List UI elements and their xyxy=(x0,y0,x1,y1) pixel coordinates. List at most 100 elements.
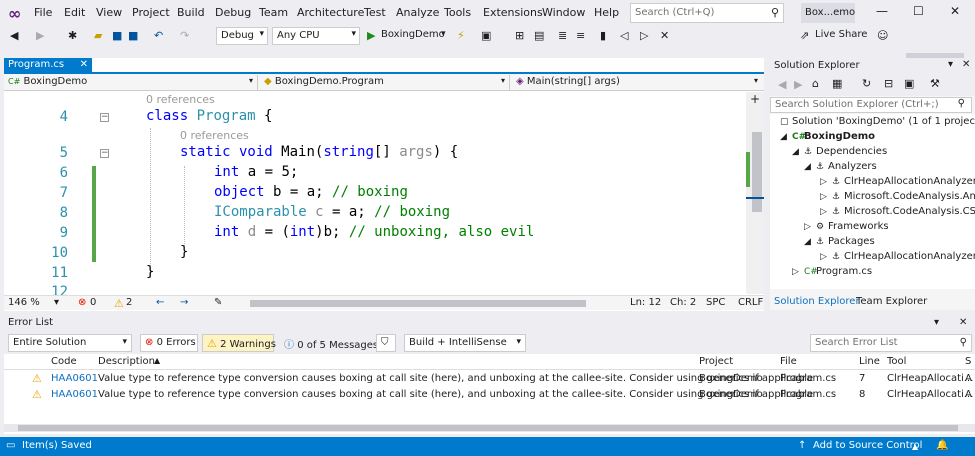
tree-item-package[interactable]: ▷ ⚓ ClrHeapAllocationAnalyzer xyxy=(820,251,975,262)
run-button[interactable]: BoxingDemo xyxy=(381,29,445,40)
errors-filter-button[interactable]: ⊗ 0 Errors xyxy=(140,334,198,352)
next-issue-icon[interactable]: → xyxy=(180,297,188,308)
warnings-filter-button[interactable]: ⚠ 2 Warnings xyxy=(202,334,276,352)
column-description[interactable]: Description xyxy=(98,356,155,367)
table-horizontal-scrollbar[interactable] xyxy=(4,424,975,432)
notification-bell-icon[interactable]: 🔔 xyxy=(936,440,948,451)
pin-icon[interactable]: ▾ xyxy=(948,59,953,70)
tree-item-analyzer[interactable]: ▷ ⚓ ClrHeapAllocationAnalyzer xyxy=(820,176,975,187)
live-share-button[interactable]: Live Share xyxy=(815,29,867,40)
show-all-icon[interactable]: ▣ xyxy=(904,77,914,90)
source-control-button[interactable]: Add to Source Control xyxy=(813,440,922,451)
menu-file[interactable]: File xyxy=(34,6,52,19)
column-file[interactable]: File xyxy=(780,356,797,367)
platform-select[interactable]: Any CPU ▾ xyxy=(272,27,360,45)
column-line[interactable]: Line xyxy=(859,356,880,367)
menu-view[interactable]: View xyxy=(96,6,122,19)
error-code-link[interactable]: HAA0601 xyxy=(51,373,98,384)
back-icon[interactable]: ◀ xyxy=(10,29,18,42)
column-s[interactable]: S xyxy=(965,356,971,367)
nav-member-select[interactable]: ◈ Main(string[] args) ▾ xyxy=(512,75,762,90)
collapse-all-icon[interactable]: ⊟ xyxy=(884,77,893,90)
scroll-thumb[interactable] xyxy=(752,132,762,212)
indent-icon[interactable]: ≣ xyxy=(558,29,567,42)
menu-architecture[interactable]: Architecture xyxy=(297,6,364,19)
outdent-icon[interactable]: ≡ xyxy=(576,29,585,42)
menu-build[interactable]: Build xyxy=(177,6,205,19)
menu-edit[interactable]: Edit xyxy=(64,6,85,19)
properties-icon[interactable]: ⚒ xyxy=(930,77,940,90)
code-lens-references[interactable]: 0 references xyxy=(146,93,215,106)
scroll-thumb[interactable] xyxy=(18,425,958,431)
close-icon[interactable]: ✕ xyxy=(950,4,960,18)
split-icon[interactable]: + xyxy=(750,92,760,106)
tab-solution-explorer[interactable]: Solution Explorer xyxy=(774,296,860,307)
forward-icon[interactable]: ▶ xyxy=(36,29,44,42)
menu-debug[interactable]: Debug xyxy=(215,6,251,19)
menu-test[interactable]: Test xyxy=(364,6,386,19)
config-select[interactable]: Debug ▾ xyxy=(216,27,268,45)
zoom-level[interactable]: 146 % xyxy=(8,297,40,308)
feedback-icon[interactable]: ☺ xyxy=(877,29,888,42)
column-project[interactable]: Project xyxy=(699,356,733,367)
error-icon[interactable]: ⊗ xyxy=(78,297,86,308)
menu-analyze[interactable]: Analyze xyxy=(396,6,439,19)
menu-extensions[interactable]: Extensions xyxy=(483,6,543,19)
run-icon[interactable]: ▶ xyxy=(367,29,375,42)
column-code[interactable]: Code xyxy=(51,356,77,367)
prev-issue-icon[interactable]: ← xyxy=(156,297,164,308)
open-icon[interactable]: ▰ xyxy=(94,29,102,42)
live-share-icon[interactable]: ⇗ xyxy=(800,29,809,42)
menu-help[interactable]: Help xyxy=(594,6,619,19)
bookmark-clear-icon[interactable]: ✕ xyxy=(660,29,669,42)
back-icon[interactable]: ◀ xyxy=(778,78,786,91)
editor-horizontal-scrollbar[interactable] xyxy=(250,300,586,307)
tree-item-analyzers[interactable]: ◢ ⚓ Analyzers xyxy=(804,161,877,172)
toolbox-icon[interactable]: ⊞ xyxy=(515,29,524,42)
bookmark-prev-icon[interactable]: ◁ xyxy=(620,29,628,42)
menu-window[interactable]: Window xyxy=(542,6,585,19)
nav-project-select[interactable]: C# BoxingDemo ▾ xyxy=(4,75,258,90)
collapse-icon[interactable]: − xyxy=(100,113,109,122)
save-icon[interactable]: ■ xyxy=(112,29,122,42)
menu-project[interactable]: Project xyxy=(132,6,170,19)
close-tab-icon[interactable]: ✕ xyxy=(80,59,88,70)
menu-team[interactable]: Team xyxy=(259,6,288,19)
error-list-search[interactable]: Search Error List ⚲ xyxy=(810,334,972,352)
tab-team-explorer[interactable]: Team Explorer xyxy=(856,296,927,307)
pin-icon[interactable]: ▾ xyxy=(934,317,939,328)
build-filter-select[interactable]: Build + IntelliSense ▾ xyxy=(404,334,526,352)
save-all-icon[interactable]: ■ xyxy=(128,29,138,42)
bookmark-next-icon[interactable]: ▷ xyxy=(640,29,648,42)
brush-icon[interactable]: ✎ xyxy=(214,297,222,308)
tree-item-program-cs[interactable]: ▷ C#Program.cs xyxy=(792,266,872,277)
bookmark-icon[interactable]: ▮ xyxy=(600,29,606,42)
redo-icon[interactable]: ↷ xyxy=(180,29,189,42)
tree-item-analyzer[interactable]: ▷ ⚓ Microsoft.CodeAnalysis.CSh xyxy=(820,206,975,217)
tab-program-cs[interactable]: Program.cs ✕ xyxy=(4,58,92,73)
hot-reload-icon[interactable]: ⚡ xyxy=(457,29,465,42)
close-panel-icon[interactable]: ✕ xyxy=(962,59,970,70)
filter-toggle-button[interactable]: ⛉ xyxy=(376,334,396,352)
editor-vertical-scrollbar[interactable]: + xyxy=(746,92,764,294)
tree-item-analyzer[interactable]: ▷ ⚓ Microsoft.CodeAnalysis.Ana xyxy=(820,191,975,202)
table-row[interactable]: ⚠ HAA0601 Value type to reference type c… xyxy=(4,372,975,387)
vs-logo-icon[interactable]: ∞ xyxy=(8,4,21,23)
tree-item-solution[interactable]: ▢ Solution 'BoxingDemo' (1 of 1 project) xyxy=(780,116,975,127)
nav-class-select[interactable]: ◆ BoxingDemo.Program ▾ xyxy=(260,75,510,90)
refresh-icon[interactable]: ↻ xyxy=(862,77,871,90)
collapse-icon[interactable]: − xyxy=(100,149,109,158)
minimize-icon[interactable]: — xyxy=(876,4,888,18)
undo-icon[interactable]: ↶ xyxy=(154,29,163,42)
tree-item-packages[interactable]: ◢ ⚓ Packages xyxy=(804,236,875,247)
quick-launch-search[interactable]: Search (Ctrl+Q) ⚲ xyxy=(630,3,784,23)
warning-icon[interactable]: ⚠ xyxy=(114,297,124,310)
layout-icon[interactable]: ▤ xyxy=(534,29,544,42)
warning-count[interactable]: 2 xyxy=(126,297,132,308)
tree-item-dependencies[interactable]: ◢ ⚓ Dependencies xyxy=(792,146,887,157)
home-icon[interactable]: ⌂ xyxy=(812,77,819,90)
forward-icon[interactable]: ▶ xyxy=(794,78,802,91)
error-code-link[interactable]: HAA0601 xyxy=(51,389,98,400)
column-tool[interactable]: Tool xyxy=(887,356,906,367)
close-panel-icon[interactable]: ✕ xyxy=(959,317,967,328)
